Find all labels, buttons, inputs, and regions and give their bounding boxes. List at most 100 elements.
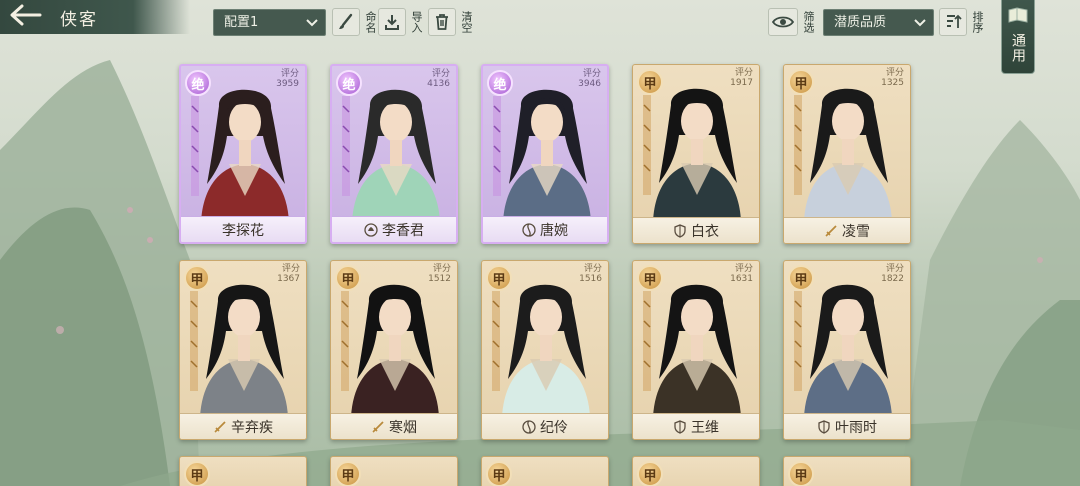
score-label: 评分 <box>281 264 300 274</box>
card-peek[interactable]: 甲 <box>632 456 760 486</box>
name-bar: 纪伶 <box>482 413 608 439</box>
score-value: 1631 <box>730 274 753 284</box>
shield-icon <box>673 419 687 434</box>
card-peek[interactable]: 甲 <box>783 456 911 486</box>
character-card[interactable]: 甲 评分 1917 白衣 <box>632 64 760 244</box>
filter-label: 筛选 <box>802 11 815 33</box>
grade-ribbon <box>794 95 802 195</box>
character-name: 叶雨时 <box>835 419 877 436</box>
score-block: 评分 1917 <box>730 68 753 88</box>
score-label: 评分 <box>280 69 299 79</box>
score-label: 评分 <box>734 68 753 78</box>
filter-button[interactable]: 筛选 <box>768 7 815 37</box>
back-arrow-icon <box>10 4 42 30</box>
character-card[interactable]: 甲 评分 1516 纪伶 <box>481 260 609 440</box>
score-label: 评分 <box>885 68 904 78</box>
card-peek[interactable]: 甲 <box>330 456 458 486</box>
grade-badge-peek: 甲 <box>486 461 512 486</box>
grade-badge: 甲 <box>184 265 210 291</box>
grade-badge-peek: 甲 <box>637 461 663 486</box>
score-label: 评分 <box>582 69 601 79</box>
rename-label: 命名 <box>364 11 377 33</box>
score-block: 评分 1512 <box>428 264 451 284</box>
lotus-icon <box>364 222 378 237</box>
grade-badge: 甲 <box>637 69 663 95</box>
general-tab[interactable]: 通用 <box>1001 0 1035 74</box>
import-button[interactable]: 导入 <box>378 7 423 37</box>
character-card[interactable]: 甲 评分 1512 寒烟 <box>330 260 458 440</box>
shield-icon <box>673 223 687 238</box>
grade-badge: 绝 <box>336 70 362 96</box>
grade-ribbon <box>492 291 500 391</box>
character-card[interactable]: 甲 评分 1325 凌雪 <box>783 64 911 244</box>
sort-label: 排序 <box>971 11 984 33</box>
sort-select[interactable]: 潜质品质 <box>823 9 934 36</box>
grade-badge: 绝 <box>487 70 513 96</box>
score-value: 1512 <box>428 274 451 284</box>
sort-select-value: 潜质品质 <box>834 15 887 30</box>
grade-ribbon <box>190 291 198 391</box>
score-block: 评分 1516 <box>579 264 602 284</box>
score-block: 评分 1631 <box>730 264 753 284</box>
grade-badge: 甲 <box>788 69 814 95</box>
score-value: 4136 <box>427 79 450 89</box>
chevron-down-icon <box>305 10 319 35</box>
swirl-icon <box>522 419 536 434</box>
config-select[interactable]: 配置1 <box>213 9 326 36</box>
name-bar: 李探花 <box>181 216 305 242</box>
grade-badge: 甲 <box>788 265 814 291</box>
top-bar: 侠客 配置1 命名 导入 清空 筛选 潜质品质 排序 通用 <box>0 0 1080 74</box>
book-icon <box>1007 6 1029 30</box>
page-title: 侠客 <box>60 10 98 30</box>
grade-ribbon <box>643 291 651 391</box>
sort-icon <box>939 8 967 36</box>
character-name: 辛弃疾 <box>231 419 273 436</box>
grade-badge: 甲 <box>335 265 361 291</box>
grade-badge-peek: 甲 <box>788 461 814 486</box>
character-card[interactable]: 绝 评分 3959 李探花 <box>179 64 307 244</box>
rename-button[interactable]: 命名 <box>332 7 377 37</box>
clear-button[interactable]: 清空 <box>428 7 473 37</box>
name-bar: 叶雨时 <box>784 413 910 439</box>
score-block: 评分 4136 <box>427 69 450 89</box>
score-block: 评分 1367 <box>277 264 300 284</box>
back-button[interactable] <box>6 3 46 31</box>
eye-icon <box>768 8 798 36</box>
character-card[interactable]: 甲 评分 1631 王维 <box>632 260 760 440</box>
sword-icon <box>213 420 227 434</box>
download-icon <box>378 8 406 36</box>
score-value: 1822 <box>881 274 904 284</box>
sort-order-button[interactable]: 排序 <box>939 7 984 37</box>
clear-label: 清空 <box>460 11 473 33</box>
name-bar: 李香君 <box>332 216 456 242</box>
score-block: 评分 3959 <box>276 69 299 89</box>
config-select-value: 配置1 <box>224 15 259 30</box>
character-card[interactable]: 甲 评分 1822 叶雨时 <box>783 260 911 440</box>
character-card[interactable]: 绝 评分 3946 唐婉 <box>481 64 609 244</box>
trash-icon <box>428 8 456 36</box>
score-value: 1516 <box>579 274 602 284</box>
score-value: 1325 <box>881 78 904 88</box>
score-label: 评分 <box>734 264 753 274</box>
grade-badge: 甲 <box>637 265 663 291</box>
grade-badge-peek: 甲 <box>335 461 361 486</box>
character-name: 纪伶 <box>540 419 568 436</box>
character-name: 白衣 <box>691 223 719 240</box>
name-bar: 凌雪 <box>784 217 910 243</box>
score-value: 1917 <box>730 78 753 88</box>
score-value: 3959 <box>276 79 299 89</box>
character-card[interactable]: 绝 评分 4136 李香君 <box>330 64 458 244</box>
grade-badge-peek: 甲 <box>184 461 210 486</box>
card-peek[interactable]: 甲 <box>179 456 307 486</box>
brush-icon <box>332 8 360 36</box>
grade-ribbon <box>794 291 802 391</box>
general-tab-label: 通用 <box>1010 33 1026 63</box>
swirl-icon <box>522 222 536 237</box>
name-bar: 寒烟 <box>331 413 457 439</box>
card-peek[interactable]: 甲 <box>481 456 609 486</box>
character-card[interactable]: 甲 评分 1367 辛弃疾 <box>179 260 307 440</box>
grade-ribbon <box>643 95 651 195</box>
title-plate: 侠客 <box>0 0 190 34</box>
score-block: 评分 1822 <box>881 264 904 284</box>
name-bar: 辛弃疾 <box>180 413 306 439</box>
